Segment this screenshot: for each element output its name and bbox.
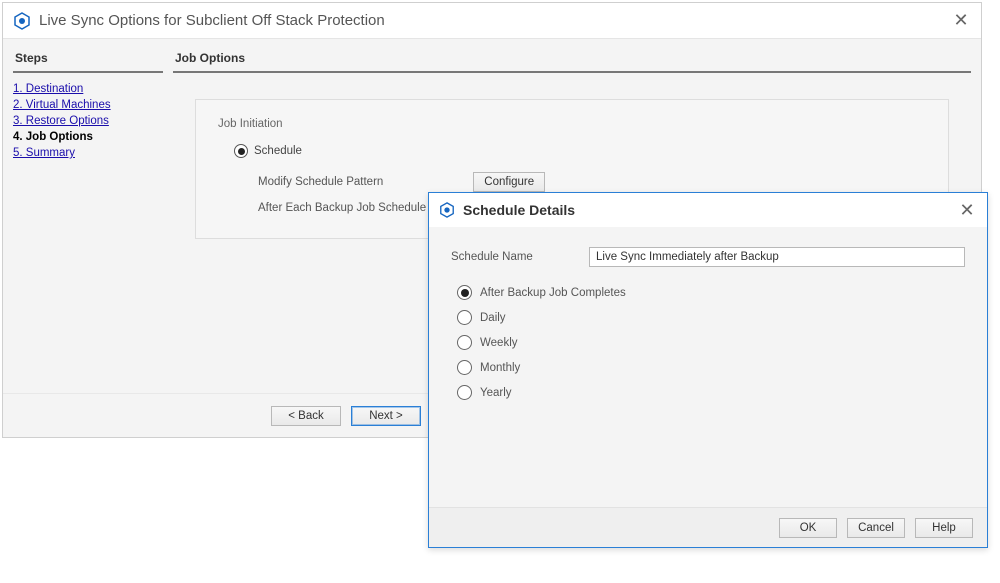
- step-summary[interactable]: 5. Summary: [13, 147, 163, 159]
- next-button[interactable]: Next >: [351, 406, 421, 426]
- option-label: Daily: [480, 312, 506, 324]
- steps-panel: Steps 1. Destination 2. Virtual Machines…: [13, 47, 163, 393]
- step-job-options[interactable]: 4. Job Options: [13, 131, 163, 143]
- schedule-name-label: Schedule Name: [451, 251, 561, 263]
- schedule-details-dialog: Schedule Details ✕ Schedule Name After B…: [428, 192, 988, 548]
- radio-dot-icon: [457, 285, 472, 300]
- steps-header: Steps: [13, 47, 163, 73]
- option-label: After Backup Job Completes: [480, 287, 626, 299]
- help-button[interactable]: Help: [915, 518, 973, 538]
- radio-dot-icon: [234, 144, 248, 158]
- wizard-titlebar: Live Sync Options for Subclient Off Stac…: [3, 3, 981, 39]
- ok-button[interactable]: OK: [779, 518, 837, 538]
- configure-button[interactable]: Configure: [473, 172, 545, 192]
- option-label: Yearly: [480, 387, 512, 399]
- job-initiation-label: Job Initiation: [218, 118, 926, 130]
- option-monthly[interactable]: Monthly: [457, 360, 965, 375]
- option-weekly[interactable]: Weekly: [457, 335, 965, 350]
- step-virtual-machines[interactable]: 2. Virtual Machines: [13, 99, 163, 111]
- dialog-titlebar: Schedule Details ✕: [429, 193, 987, 227]
- schedule-radio-label: Schedule: [254, 145, 302, 157]
- schedule-radio[interactable]: Schedule: [234, 144, 926, 158]
- main-header: Job Options: [173, 47, 971, 73]
- radio-dot-icon: [457, 335, 472, 350]
- step-destination[interactable]: 1. Destination: [13, 83, 163, 95]
- radio-dot-icon: [457, 310, 472, 325]
- option-label: Weekly: [480, 337, 518, 349]
- option-yearly[interactable]: Yearly: [457, 385, 965, 400]
- dialog-logo-icon: [439, 202, 455, 218]
- modify-schedule-label: Modify Schedule Pattern: [258, 176, 383, 188]
- app-logo-icon: [13, 12, 31, 30]
- cancel-button[interactable]: Cancel: [847, 518, 905, 538]
- schedule-name-input[interactable]: [589, 247, 965, 267]
- radio-dot-icon: [457, 385, 472, 400]
- option-after-backup[interactable]: After Backup Job Completes: [457, 285, 965, 300]
- option-daily[interactable]: Daily: [457, 310, 965, 325]
- dialog-close-icon[interactable]: ✕: [957, 200, 977, 221]
- dialog-body: Schedule Name After Backup Job Completes…: [429, 227, 987, 507]
- wizard-title: Live Sync Options for Subclient Off Stac…: [39, 12, 951, 29]
- dialog-footer: OK Cancel Help: [429, 507, 987, 547]
- radio-dot-icon: [457, 360, 472, 375]
- option-label: Monthly: [480, 362, 520, 374]
- back-button[interactable]: < Back: [271, 406, 341, 426]
- dialog-title: Schedule Details: [463, 202, 957, 218]
- close-icon[interactable]: ✕: [951, 10, 971, 31]
- modify-schedule-row: Modify Schedule Pattern Configure: [258, 172, 926, 192]
- schedule-name-row: Schedule Name: [451, 247, 965, 267]
- step-restore-options[interactable]: 3. Restore Options: [13, 115, 163, 127]
